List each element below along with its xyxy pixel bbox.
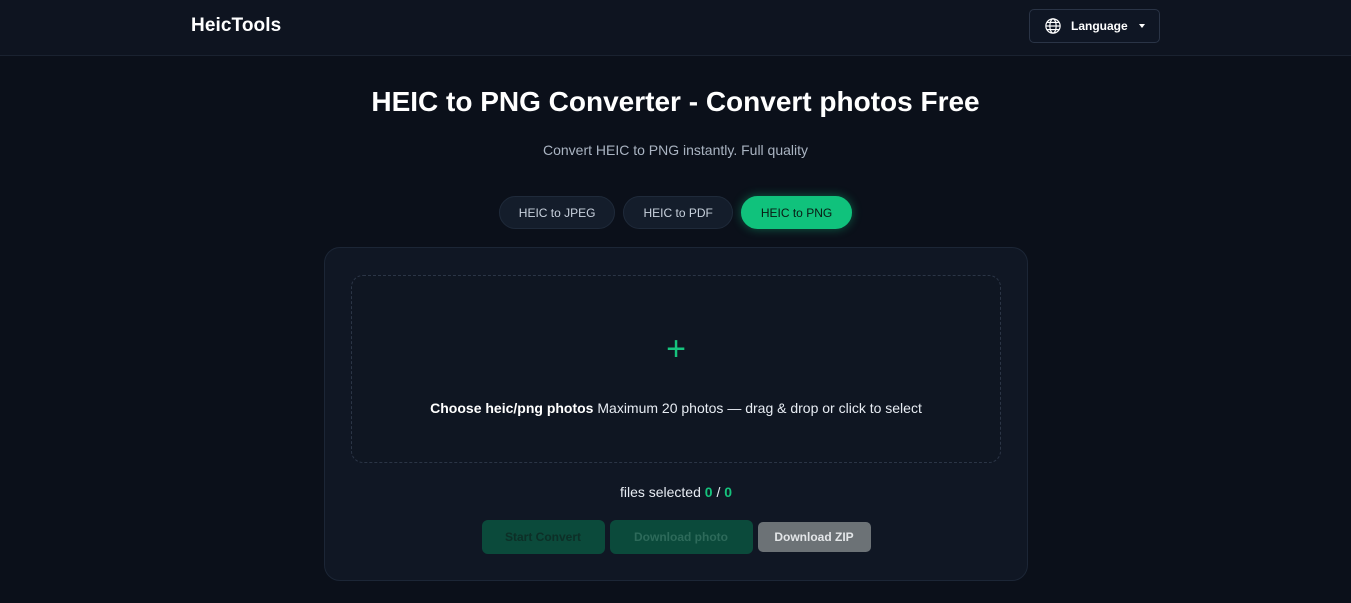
tab-heic-to-pdf[interactable]: HEIC to PDF	[623, 196, 733, 229]
page-subtitle: Convert HEIC to PNG instantly. Full qual…	[542, 142, 809, 158]
converter-card: + Choose heic/png photos Maximum 20 phot…	[324, 247, 1028, 581]
dropzone-instructions: Choose heic/png photos Maximum 20 photos…	[352, 400, 1000, 416]
counter-total: 0	[724, 484, 733, 500]
file-dropzone[interactable]: + Choose heic/png photos Maximum 20 phot…	[351, 275, 1001, 463]
tab-heic-to-jpeg[interactable]: HEIC to JPEG	[498, 196, 616, 229]
plus-icon: +	[666, 330, 686, 368]
language-label: Language	[1071, 19, 1128, 33]
language-selector[interactable]: Language	[1029, 9, 1160, 43]
download-photo-button[interactable]: Download photo	[609, 520, 753, 554]
counter-separator: /	[716, 484, 721, 500]
tab-heic-to-png[interactable]: HEIC to PNG	[740, 196, 853, 229]
globe-icon	[1045, 18, 1061, 34]
site-logo[interactable]: HeicTools	[191, 15, 281, 37]
counter-label: files selected	[619, 484, 701, 500]
counter-selected: 0	[704, 484, 713, 500]
page-title: HEIC to PNG Converter - Convert photos F…	[371, 86, 980, 117]
dropzone-rest-text: Maximum 20 photos — drag & drop or click…	[597, 400, 922, 416]
caret-down-icon	[1138, 24, 1145, 28]
files-selected-counter: files selected 0 / 0	[325, 484, 1027, 500]
dropzone-bold-text: Choose heic/png photos	[430, 400, 594, 416]
top-header: HeicTools Language	[0, 0, 1351, 56]
download-zip-button[interactable]: Download ZIP	[757, 522, 871, 552]
action-buttons: Start Convert Download photo Download ZI…	[325, 520, 1027, 554]
converter-tabs: HEIC to JPEG HEIC to PDF HEIC to PNG	[0, 196, 1351, 229]
start-convert-button[interactable]: Start Convert	[481, 520, 605, 554]
